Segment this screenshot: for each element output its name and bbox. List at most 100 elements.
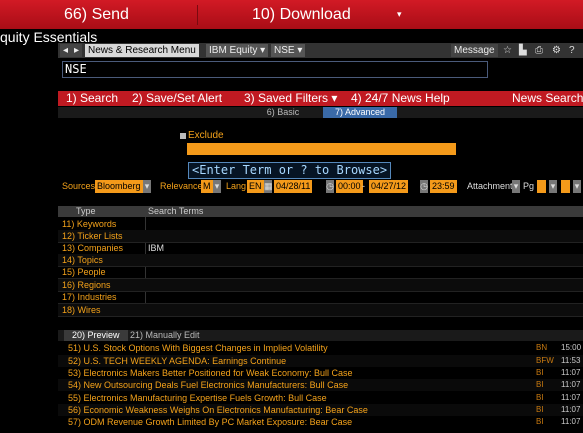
save-alert-button[interactable]: 2) Save/Set Alert [132,91,222,106]
nav-bar: ◂ ▸ News & Research Menu IBM Equity ▾ NS… [58,43,583,58]
pg-field-2[interactable] [561,180,570,193]
back-arrow-icon[interactable]: ◂ [60,44,72,57]
news-title: Electronics Makers Better Positioned for… [83,368,353,378]
news-source: BI [536,368,544,377]
gear-icon[interactable]: ⚙ [552,45,561,56]
term-type: 15) People [62,267,106,277]
message-button[interactable]: Message [451,44,498,57]
terms-table-header: Type Search Terms [58,206,583,217]
list-item[interactable]: 54) New Outsourcing Deals Fuel Electroni… [58,379,583,391]
preview-tabs: 20) Preview 21) Manually Edit [58,330,583,341]
date-from-field[interactable]: 04/28/11 [274,180,313,193]
news-number: 57) [68,417,82,427]
date-to-field[interactable]: 04/27/12 [369,180,409,193]
news-title: U.S. TECH WEEKLY AGENDA: Earnings Contin… [83,356,287,366]
relevance-label: Relevance [160,181,203,191]
news-headline[interactable]: 57) ODM Revenue Growth Limited By PC Mar… [68,416,352,428]
news-source: BI [536,380,544,389]
attachment-label: Attachment [467,181,513,191]
tab-manually-edit[interactable]: 21) Manually Edit [130,330,200,341]
table-row[interactable]: 17) Industries [58,291,583,304]
date-range-dash: - [362,181,365,191]
top-toolbar: 66) Send 10) Download ▾ [0,0,583,29]
pg-dropdown-icon-2[interactable]: ▾ [573,180,581,193]
news-title: U.S. Stock Options With Biggest Changes … [83,343,328,353]
star-icon[interactable]: ☆ [503,45,512,56]
toolbar-divider [197,5,198,25]
saved-filters-dropdown[interactable]: 3) Saved Filters ▾ [244,91,337,106]
column-header-search-terms: Search Terms [148,206,204,216]
search-button[interactable]: 1) Search [66,91,118,106]
news-headline[interactable]: 54) New Outsourcing Deals Fuel Electroni… [68,379,348,391]
forward-arrow-icon[interactable]: ▸ [71,44,83,57]
pg-dropdown-icon[interactable]: ▾ [549,180,557,193]
news-title: ODM Revenue Growth Limited By PC Market … [83,417,353,427]
calendar-icon[interactable]: ▦ [264,180,273,193]
ticker-label: NSE [274,45,295,56]
news-title: Electronics Manufacturing Expertise Fuel… [83,393,327,403]
print-icon[interactable]: ⎙ [535,45,543,56]
ticker-dropdown[interactable]: NSE ▾ [271,44,306,57]
news-time: 11:07 [561,417,581,426]
help-icon[interactable]: ? [569,45,575,56]
list-item[interactable]: 55) Electronics Manufacturing Expertise … [58,392,583,404]
table-row[interactable]: 15) People [58,266,583,279]
news-number: 52) [68,356,82,366]
enter-term-hint: <Enter Term or ? to Browse> [188,162,392,179]
list-item[interactable]: 57) ODM Revenue Growth Limited By PC Mar… [58,416,583,428]
clock-icon[interactable]: ◷ [420,180,428,193]
page-title: News Search [512,91,583,105]
term-type: 16) Regions [62,280,111,290]
pg-field[interactable] [537,180,546,193]
news-headline[interactable]: 56) Economic Weakness Weighs On Electron… [68,404,368,416]
term-value[interactable]: IBM [148,242,164,254]
sources-field[interactable]: Bloomberg [95,180,143,193]
news-title: Economic Weakness Weighs On Electronics … [83,405,368,415]
download-button[interactable]: 10) Download [252,6,351,24]
news-number: 56) [68,405,82,415]
news-source: BI [536,405,544,414]
tab-basic[interactable]: 6) Basic [253,107,313,118]
time-from-field[interactable]: 00:00 [336,180,363,193]
news-help-button[interactable]: 4) 24/7 News Help [351,91,450,106]
tab-preview[interactable]: 20) Preview [64,330,128,341]
lang-label: Lang [226,181,247,191]
news-headline[interactable]: 51) U.S. Stock Options With Biggest Chan… [68,342,328,354]
news-title: New Outsourcing Deals Fuel Electronics M… [83,380,349,390]
sources-label: Sources [62,181,96,191]
news-number: 54) [68,380,82,390]
exclude-input[interactable] [187,143,456,155]
relevance-dropdown-icon[interactable]: ▾ [213,180,221,193]
news-number: 55) [68,393,82,403]
search-mode-tabs: 6) Basic 7) Advanced [58,107,583,118]
time-to-field[interactable]: 23:59 [430,180,457,193]
news-source: BFW [536,356,554,365]
clock-icon[interactable]: ◷ [326,180,334,193]
list-item[interactable]: 53) Electronics Makers Better Positioned… [58,367,583,379]
command-input[interactable]: NSE [62,61,488,78]
send-button[interactable]: 66) Send [64,6,129,24]
lang-field[interactable]: EN [247,180,264,193]
chevron-down-icon[interactable]: ▾ [397,9,402,20]
news-headline[interactable]: 52) U.S. TECH WEEKLY AGENDA: Earnings Co… [68,355,286,367]
list-item[interactable]: 56) Economic Weakness Weighs On Electron… [58,404,583,416]
list-item[interactable]: 52) U.S. TECH WEEKLY AGENDA: Earnings Co… [58,355,583,367]
function-menu-bar: 1) Search 2) Save/Set Alert 3) Saved Fil… [58,91,583,106]
exclude-checkbox[interactable] [180,133,186,139]
list-item[interactable]: 51) U.S. Stock Options With Biggest Chan… [58,342,583,354]
news-time: 11:07 [561,368,581,377]
chart-icon[interactable]: ▙ [519,45,527,56]
news-headline[interactable]: 53) Electronics Makers Better Positioned… [68,367,352,379]
attachment-dropdown-icon[interactable]: ▾ [512,180,520,193]
relevance-field[interactable]: M [201,180,213,193]
news-research-menu-button[interactable]: News & Research Menu [85,44,199,57]
pg-label: Pg [523,181,535,191]
term-type: 18) Wires [62,305,101,315]
sources-dropdown-icon[interactable]: ▾ [143,180,151,193]
news-time: 11:07 [561,380,581,389]
tab-advanced[interactable]: 7) Advanced [323,107,397,118]
security-dropdown[interactable]: IBM Equity ▾ [206,44,269,57]
term-type: 12) Ticker Lists [62,231,123,241]
table-row[interactable]: 18) Wires [58,304,583,317]
news-headline[interactable]: 55) Electronics Manufacturing Expertise … [68,392,327,404]
